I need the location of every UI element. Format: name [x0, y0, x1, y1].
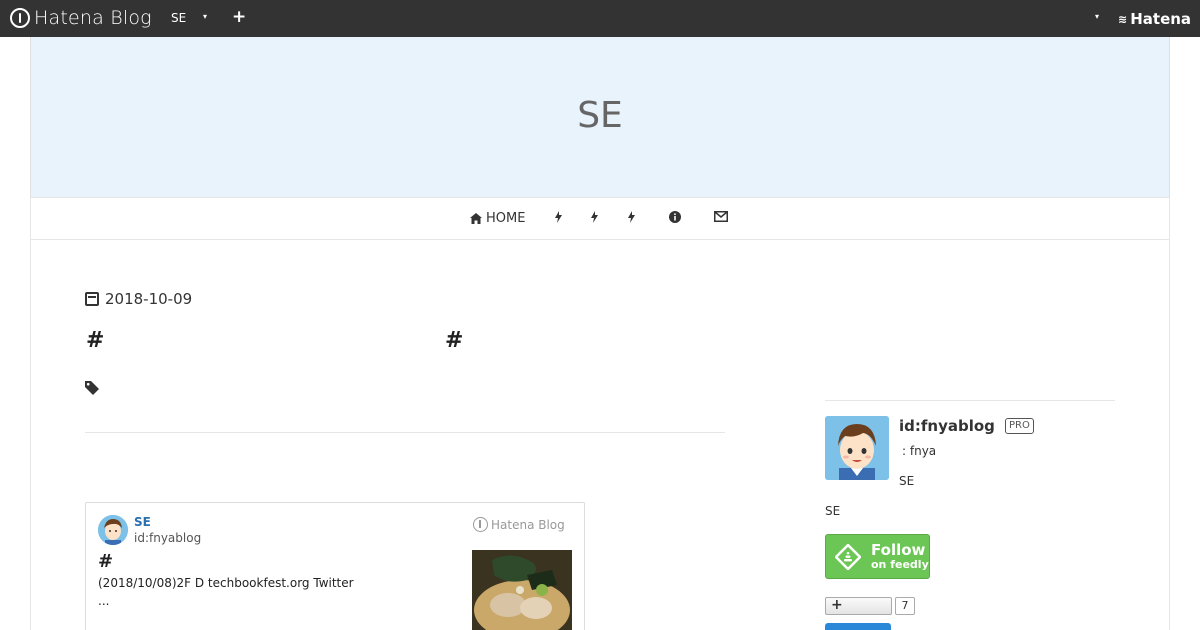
global-nav: HOME [30, 197, 1170, 240]
card-blog-title[interactable]: SE [134, 515, 151, 529]
hatena-logo[interactable]: ≋ Hatena [1118, 10, 1191, 28]
subscriber-count: 7 [895, 597, 915, 615]
blog-header-banner: SE [30, 37, 1170, 197]
home-icon [470, 213, 482, 224]
hatena-blog-logo-text: Hatena Blog [34, 7, 152, 29]
subscribe-button[interactable]: + [825, 597, 892, 615]
profile-id[interactable]: id:fnyablog [899, 417, 995, 435]
card-entry-title[interactable]: # [98, 551, 113, 572]
entry-title-mark[interactable]: # [86, 328, 104, 353]
avatar [98, 515, 128, 545]
pro-badge: PRO [1005, 418, 1034, 434]
bolt-icon [591, 211, 598, 223]
user-menu-chevron-icon[interactable]: ▾ [1095, 12, 1099, 21]
hatena-blog-logo-icon [473, 517, 488, 532]
blog-switcher[interactable]: SE [171, 11, 186, 25]
feedly-follow-label: Follow [871, 541, 926, 559]
card-brand-text: Hatena Blog [491, 517, 565, 532]
hatena-blog-logo-icon [10, 8, 30, 28]
feedly-follow-button[interactable]: Follow on feedly [825, 534, 930, 579]
sidebar-divider [825, 400, 1115, 401]
entry-date-text: 2018-10-09 [105, 290, 193, 308]
feedly-on-label: on feedly [871, 558, 929, 571]
entry-title-mark[interactable]: # [445, 328, 463, 353]
profile-description: SE [899, 474, 915, 488]
info-icon [669, 211, 681, 223]
blog-title[interactable]: SE [31, 95, 1169, 136]
new-post-button[interactable]: + [232, 7, 246, 27]
share-button[interactable] [825, 623, 891, 630]
entry-divider [85, 432, 725, 433]
card-description: (2018/10/08)2F D techbookfest.org Twitte… [98, 576, 354, 590]
hatena-mark-icon: ≋ [1118, 12, 1128, 26]
blog-embed-card[interactable]: SE id:fnyablog Hatena Blog # (2018/10/08… [85, 502, 585, 630]
nav-item-about[interactable] [669, 211, 681, 223]
nav-item-3[interactable] [591, 211, 598, 223]
nav-item-contact[interactable] [714, 211, 728, 222]
hatena-blog-logo[interactable]: Hatena Blog [10, 7, 152, 29]
nav-item-4[interactable] [628, 211, 635, 223]
hatena-logo-text: Hatena [1130, 10, 1192, 28]
plus-icon: + [831, 597, 843, 613]
chevron-down-icon[interactable]: ▾ [203, 12, 207, 21]
profile-text: SE [825, 504, 841, 518]
bolt-icon [555, 211, 562, 223]
profile-name: : fnya [902, 444, 937, 458]
profile-avatar[interactable] [825, 416, 889, 480]
hatena-blog-brand[interactable]: Hatena Blog [473, 517, 565, 532]
card-blog-id[interactable]: id:fnyablog [134, 531, 201, 545]
mail-icon [714, 211, 728, 222]
bolt-icon [628, 211, 635, 223]
card-thumbnail[interactable] [472, 550, 572, 630]
nav-item-label: HOME [486, 211, 526, 226]
tag-icon [85, 381, 99, 399]
global-header: Hatena Blog SE ▾ + ▾ ≋ Hatena [0, 0, 1200, 37]
card-ellipsis: ... [98, 594, 110, 608]
entry-date[interactable]: 2018-10-09 [85, 290, 192, 308]
calendar-icon [85, 292, 99, 306]
feedly-icon [835, 544, 861, 570]
nav-item-2[interactable] [555, 211, 562, 223]
nav-item-home[interactable]: HOME [470, 211, 525, 226]
